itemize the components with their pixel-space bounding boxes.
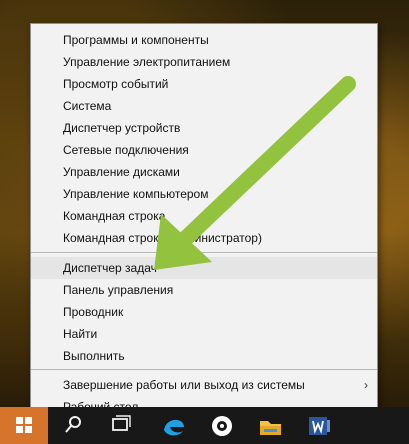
menu-separator	[31, 252, 377, 253]
shutdown-signout-label: Завершение работы или выход из системы	[63, 378, 305, 392]
start-button[interactable]	[0, 407, 48, 444]
system-item[interactable]: Система	[31, 95, 377, 117]
taskbar	[0, 407, 409, 444]
search-label: Найти	[63, 327, 98, 341]
command-prompt-item[interactable]: Командная строка	[31, 205, 377, 227]
device-manager-label: Диспетчер устройств	[63, 121, 181, 135]
file-explorer-button[interactable]	[253, 412, 287, 440]
command-prompt-label: Командная строка	[63, 209, 166, 223]
network-connections-item[interactable]: Сетевые подключения	[31, 139, 377, 161]
control-panel-item[interactable]: Панель управления	[31, 279, 377, 301]
command-prompt-admin-label: Командная строка (администратор)	[63, 231, 262, 245]
search-item[interactable]: Найти	[31, 323, 377, 345]
task-view-icon	[112, 415, 131, 431]
file-explorer-icon	[260, 421, 281, 435]
event-viewer-label: Просмотр событий	[63, 77, 169, 91]
task-manager-label: Диспетчер задач	[63, 261, 157, 275]
menu-separator	[31, 369, 377, 370]
computer-management-item[interactable]: Управление компьютером	[31, 183, 377, 205]
system-label: Система	[63, 99, 112, 113]
run-label: Выполнить	[63, 349, 125, 363]
disk-management-item[interactable]: Управление дисками	[31, 161, 377, 183]
search-icon	[65, 416, 81, 433]
file-explorer-item[interactable]: Проводник	[31, 301, 377, 323]
command-prompt-admin-item[interactable]: Командная строка (администратор)	[31, 227, 377, 249]
disk-management-label: Управление дисками	[63, 165, 180, 179]
shutdown-signout-item[interactable]: Завершение работы или выход из системы ›	[31, 374, 377, 396]
run-item[interactable]: Выполнить	[31, 345, 377, 367]
media-player-button[interactable]	[205, 412, 239, 440]
edge-button[interactable]	[156, 412, 190, 440]
power-options-label: Управление электропитанием	[63, 55, 231, 69]
winx-context-menu: Программы и компоненты Управление электр…	[30, 23, 378, 423]
word-icon	[309, 417, 330, 435]
word-button[interactable]	[302, 412, 336, 440]
network-connections-label: Сетевые подключения	[63, 143, 189, 157]
programs-and-features-item[interactable]: Программы и компоненты	[31, 29, 377, 51]
search-button[interactable]	[56, 412, 90, 440]
task-manager-item[interactable]: Диспетчер задач	[31, 257, 377, 279]
computer-management-label: Управление компьютером	[63, 187, 209, 201]
file-explorer-label: Проводник	[63, 305, 124, 319]
power-options-item[interactable]: Управление электропитанием	[31, 51, 377, 73]
media-player-icon	[212, 416, 232, 436]
programs-and-features-label: Программы и компоненты	[63, 33, 209, 47]
task-view-button[interactable]	[104, 412, 138, 440]
control-panel-label: Панель управления	[63, 283, 174, 297]
edge-icon	[164, 419, 184, 436]
event-viewer-item[interactable]: Просмотр событий	[31, 73, 377, 95]
windows-logo-icon	[16, 417, 32, 433]
chevron-right-icon: ›	[364, 378, 368, 392]
device-manager-item[interactable]: Диспетчер устройств	[31, 117, 377, 139]
